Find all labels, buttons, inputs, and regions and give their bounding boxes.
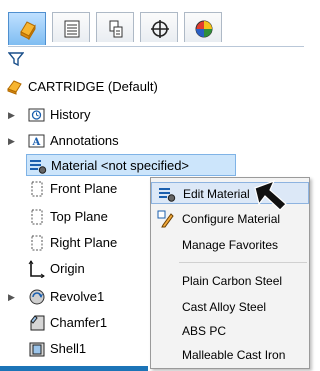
chamfer-icon	[30, 315, 45, 331]
expand-arrow-icon[interactable]: ▶	[8, 104, 18, 126]
tree-item-shell1[interactable]: Shell1	[6, 338, 146, 360]
arrow-pointer-icon	[254, 179, 287, 211]
property-manager-icon	[64, 20, 80, 38]
menu-item-abs-pc[interactable]: ABS PC	[151, 320, 309, 342]
origin-icon	[28, 260, 45, 278]
tab-configuration-manager[interactable]	[96, 12, 134, 42]
tree-item-chamfer1[interactable]: Chamfer1	[6, 312, 146, 334]
display-manager-icon	[195, 20, 213, 38]
menu-separator	[179, 262, 307, 263]
tree-root-label: CARTRIDGE (Default)	[28, 79, 158, 94]
tab-feature-manager[interactable]	[8, 12, 46, 45]
dimxpert-crosshair-icon	[151, 20, 169, 38]
tree-item-label: Revolve1	[50, 289, 105, 304]
tree-item-label: Front Plane	[50, 181, 118, 196]
tree-item-label: Top Plane	[50, 209, 108, 224]
plane-icon	[31, 181, 43, 197]
menu-item-label: Manage Favorites	[182, 238, 279, 252]
tree-item-label: Annotations	[50, 133, 119, 148]
annotations-icon: A	[28, 134, 45, 148]
tree-item-label: Chamfer1	[50, 315, 108, 330]
tab-display-manager[interactable]	[184, 12, 222, 42]
panel-bottom-bar	[0, 366, 148, 371]
tree-item-front-plane[interactable]: Front Plane	[6, 178, 146, 200]
tree-item-material[interactable]: Material <not specified>	[26, 154, 236, 176]
material-icon	[30, 160, 47, 174]
tree-item-revolve1[interactable]: ▶ Revolve1	[6, 286, 146, 308]
revolve-icon	[29, 289, 45, 305]
part-gear-icon	[7, 80, 22, 95]
feature-manager-tabs	[8, 12, 304, 47]
expand-arrow-icon[interactable]: ▶	[8, 286, 18, 308]
history-folder-icon	[28, 108, 45, 122]
tree-item-label: Material <not specified>	[51, 158, 190, 173]
plane-icon	[31, 209, 43, 225]
menu-item-manage-favorites[interactable]: Manage Favorites	[151, 234, 309, 256]
menu-item-cast-alloy-steel[interactable]: Cast Alloy Steel	[151, 296, 309, 318]
tree-item-label: History	[50, 107, 91, 122]
tree-item-history[interactable]: ▶ History	[6, 104, 206, 126]
material-icon	[159, 188, 176, 202]
tree-item-annotations[interactable]: ▶ A Annotations	[6, 130, 206, 152]
tree-item-origin[interactable]: Origin	[6, 258, 146, 280]
menu-item-malleable-cast-iron[interactable]: Malleable Cast Iron	[151, 344, 309, 366]
tree-root[interactable]: CARTRIDGE (Default)	[6, 76, 226, 98]
tab-dimxpert-manager[interactable]	[140, 12, 178, 42]
tree-item-right-plane[interactable]: Right Plane	[6, 232, 146, 254]
part-gear-icon	[20, 21, 36, 40]
menu-item-label: ABS PC	[182, 324, 227, 338]
menu-item-label: Cast Alloy Steel	[182, 300, 267, 314]
shell-icon	[29, 342, 45, 357]
tree-item-label: Shell1	[50, 341, 87, 356]
menu-item-label: Malleable Cast Iron	[182, 348, 286, 362]
expand-arrow-icon[interactable]: ▶	[8, 130, 18, 152]
svg-text:A: A	[32, 137, 41, 148]
filter-button[interactable]	[7, 51, 25, 70]
menu-item-plain-carbon-steel[interactable]: Plain Carbon Steel	[151, 270, 309, 292]
tab-property-manager[interactable]	[52, 12, 90, 42]
menu-item-label: Edit Material	[183, 187, 250, 201]
configure-pencil-icon	[157, 210, 174, 228]
configuration-manager-icon	[109, 20, 123, 38]
tree-item-top-plane[interactable]: Top Plane	[6, 206, 146, 228]
menu-item-label: Plain Carbon Steel	[182, 274, 283, 288]
tree-item-label: Origin	[50, 261, 85, 276]
plane-icon	[31, 235, 43, 251]
filter-funnel-icon	[7, 52, 25, 67]
tree-item-label: Right Plane	[50, 235, 118, 250]
